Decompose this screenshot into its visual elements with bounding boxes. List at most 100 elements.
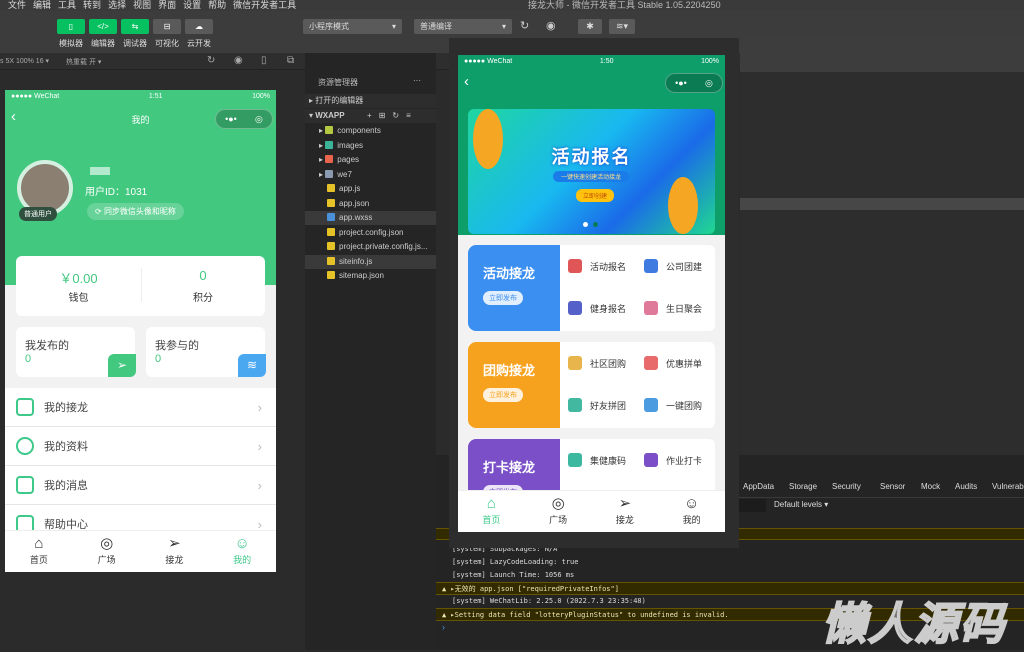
left-phone-simulator: ●●●●● WeChat 1:51 100% ‹ 我的 •●• ◎ 普通用户 用户… [5,90,276,572]
tab-sensor[interactable]: Sensor [880,482,905,491]
tab-mock[interactable]: Mock [921,482,940,491]
more-icon[interactable]: ··· [413,76,421,85]
tab-home[interactable]: ⌂ 首页 [5,531,73,572]
menu-settings[interactable]: 设置 [183,0,201,10]
debug-bug-icon[interactable]: ✱ [578,19,602,34]
compile-select[interactable]: 普通编译 [414,19,512,34]
close-icon[interactable]: ◎ [705,78,713,89]
category-item[interactable]: 社区团购 [568,356,626,370]
user-icon: ☺ [234,535,250,552]
carousel-dot-active[interactable] [583,222,588,227]
category-item[interactable]: 集健康码 [568,453,626,467]
simulator-button[interactable]: ▯ [57,19,85,34]
category-item[interactable]: 作业打卡 [644,453,702,467]
tab-vulnerability[interactable]: Vulnerab [992,482,1024,491]
layers-menu-icon[interactable]: ≋▾ [609,19,635,34]
tab-square[interactable]: ◎ 广场 [73,531,141,572]
menu-edit[interactable]: 编辑 [33,0,51,10]
category-card: 活动接龙 立即发布 活动报名 公司团建健身报名 生日聚会 [468,245,715,331]
file-item[interactable]: ▸ pages [305,153,436,167]
tab-security[interactable]: Security [832,482,861,491]
wallet-label[interactable]: 钱包 [16,289,141,304]
category-item[interactable]: 生日聚会 [644,301,702,315]
file-item[interactable]: ▸ images [305,139,436,153]
stop-icon[interactable]: ◉ [234,55,243,66]
tab-jielong[interactable]: ➢ 接龙 [592,491,659,532]
open-editors-section[interactable]: ▸ 打开的编辑器 [305,94,436,108]
tab-jielong[interactable]: ➢ 接龙 [141,531,209,572]
close-icon[interactable]: ◎ [255,114,263,125]
file-item[interactable]: siteinfo.js [305,254,436,269]
category-item[interactable]: 活动报名 [568,259,626,273]
console-prompt[interactable]: › [442,622,445,632]
menu-select[interactable]: 选择 [108,0,126,10]
sync-profile-button[interactable]: ⟳ 同步微信头像和昵称 [87,203,184,220]
explorer-actions-icons[interactable]: +⊞↻≡ [367,109,418,123]
category-item[interactable]: 优惠拼单 [644,356,702,370]
file-item[interactable]: ▸ components [305,124,436,138]
joined-card[interactable]: 我参与的 0 ≋ [146,327,266,377]
project-section[interactable]: ▾ WXAPP +⊞↻≡ [305,109,436,123]
category-banner[interactable]: 活动接龙 立即发布 [468,245,560,331]
menu-my-profile[interactable]: 我的资料 › [5,427,276,466]
editor-scrollbar[interactable] [740,198,1024,210]
levels-select[interactable]: Default levels ▾ [774,500,828,509]
capsule-menu[interactable]: •●• ◎ [665,73,723,93]
tab-storage[interactable]: Storage [789,482,817,491]
file-item[interactable]: app.js [305,182,436,196]
js-file-icon [327,256,335,265]
phone-icon[interactable]: ▯ [261,55,267,66]
file-item[interactable]: sitemap.json [305,269,436,283]
file-item[interactable]: app.wxss [305,211,436,225]
hot-reload-toggle[interactable]: 热重载 开 ▾ [66,57,101,67]
capsule-menu[interactable]: •●• ◎ [215,109,273,129]
publish-button[interactable]: 立即发布 [483,388,523,402]
tab-square[interactable]: ◎ 广场 [525,491,592,532]
device-select[interactable]: s 5X 100% 16 ▾ [0,57,49,65]
file-item[interactable]: project.config.json [305,226,436,240]
category-item-icon [644,301,658,315]
tab-mine[interactable]: ☺ 我的 [658,491,725,532]
tab-home[interactable]: ⌂ 首页 [458,491,525,532]
menu-view[interactable]: 视图 [133,0,151,10]
menu-my-jielong[interactable]: 我的接龙 › [5,388,276,427]
category-item[interactable]: 好友拼团 [568,398,626,412]
mode-select[interactable]: 小程序模式 [303,19,402,34]
debugger-button[interactable]: ⇆ [121,19,149,34]
file-item[interactable]: project.private.config.js... [305,240,436,254]
refresh-icon[interactable]: ↻ [520,19,529,32]
menu-ui[interactable]: 界面 [158,0,176,10]
category-item-label: 一键团购 [666,400,703,411]
cloud-button[interactable]: ☁ [185,19,213,34]
back-icon[interactable]: ‹ [464,73,469,90]
menu-goto[interactable]: 转到 [83,0,101,10]
banner-cta-button[interactable]: 立即创建 [576,189,615,202]
category-banner[interactable]: 团购接龙 立即发布 [468,342,560,428]
category-item[interactable]: 一键团购 [644,398,702,412]
file-item[interactable]: app.json [305,197,436,211]
editor-button[interactable]: </> [89,19,117,34]
menu-devtools[interactable]: 微信开发者工具 [233,0,296,10]
menu-my-messages[interactable]: 我的消息 › [5,466,276,505]
publish-button[interactable]: 立即发布 [483,291,523,305]
category-item[interactable]: 公司团建 [644,259,702,273]
menu-help[interactable]: 帮助 [208,0,226,10]
compass-icon: ◎ [100,535,114,552]
menu-tools[interactable]: 工具 [58,0,76,10]
more-icon[interactable]: •●• [225,114,237,124]
preview-icon[interactable]: ◉ [546,19,556,32]
tab-audits[interactable]: Audits [955,482,977,491]
more-icon[interactable]: •●• [675,78,687,88]
banner-carousel[interactable]: 活动报名 一键快速创建活动接龙 立即创建 [468,109,715,234]
menu-file[interactable]: 文件 [8,0,26,10]
file-item[interactable]: ▸ we7 [305,168,436,182]
points-label[interactable]: 积分 [141,289,265,304]
category-item[interactable]: 健身报名 [568,301,626,315]
carousel-dot[interactable] [593,222,598,227]
published-card[interactable]: 我发布的 0 ➢ [16,327,136,377]
refresh-icon[interactable]: ↻ [207,55,215,66]
visual-button[interactable]: ⊟ [153,19,181,34]
tab-mine[interactable]: ☺ 我的 [208,531,276,572]
popout-icon[interactable]: ⧉ [287,55,294,66]
tab-appdata[interactable]: AppData [743,482,774,491]
